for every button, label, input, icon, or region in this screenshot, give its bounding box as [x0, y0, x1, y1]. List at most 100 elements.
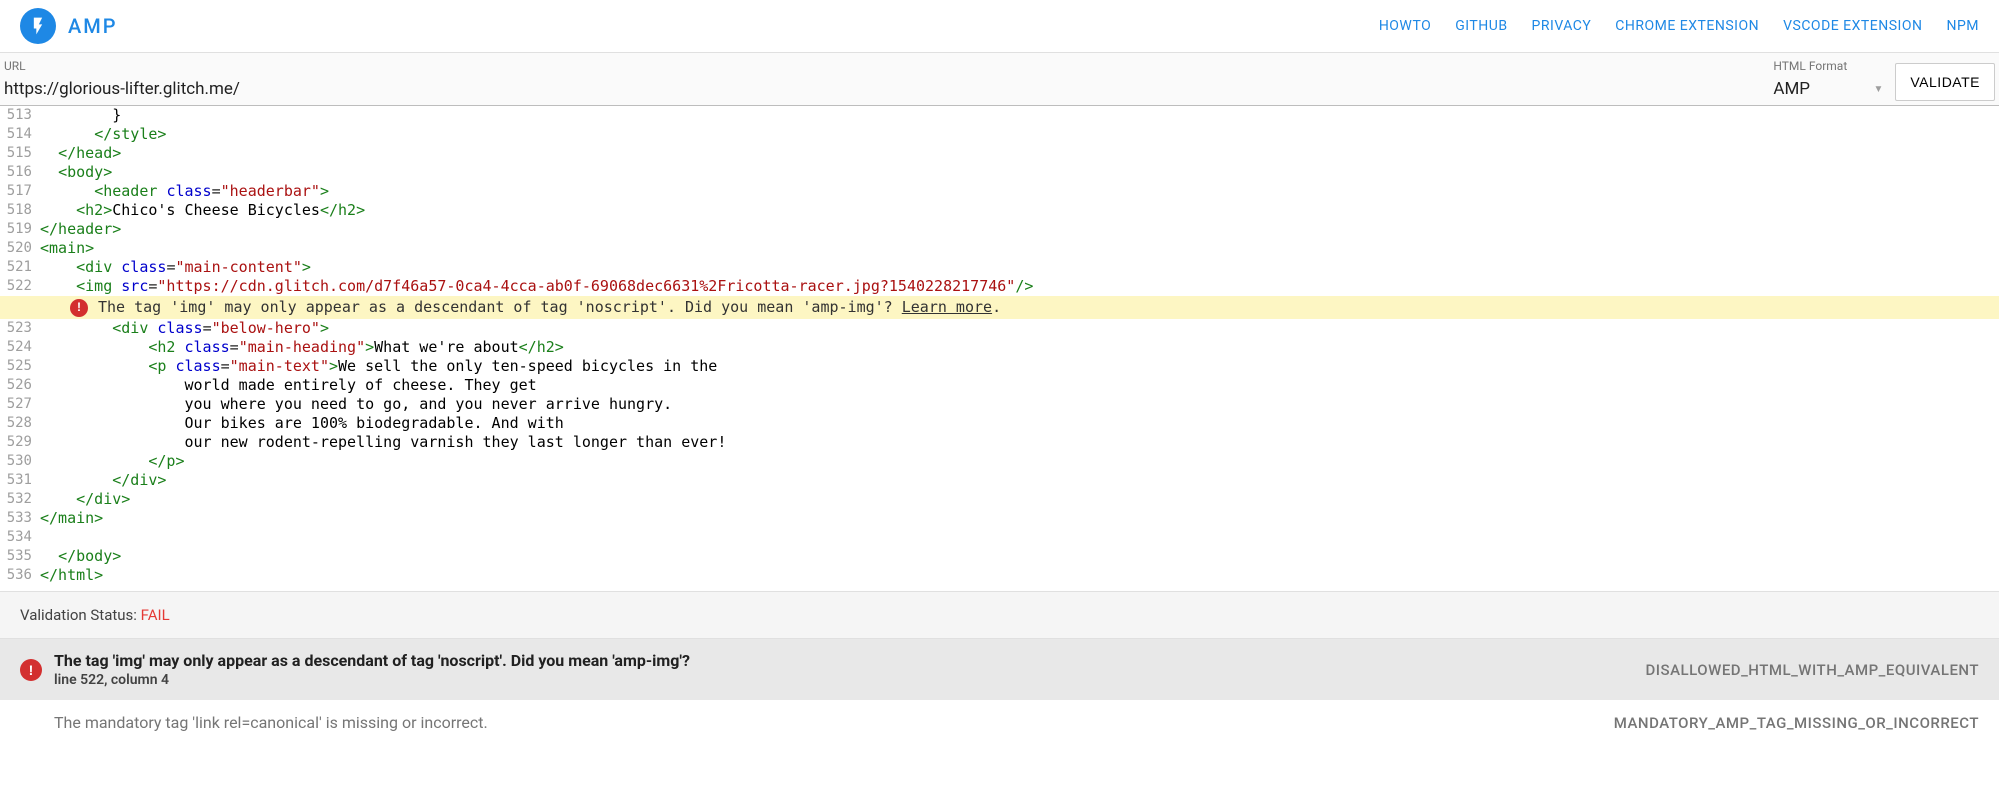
code-content: </main> — [40, 509, 1999, 528]
line-number: 514 — [0, 125, 40, 144]
code-line[interactable]: 517 <header class="headerbar"> — [0, 182, 1999, 201]
code-editor[interactable]: 513 }514 </style>515 </head>516 <body>51… — [0, 106, 1999, 585]
format-value: AMP — [1773, 79, 1810, 99]
line-number: 535 — [0, 547, 40, 566]
code-content: <p class="main-text">We sell the only te… — [40, 357, 1999, 376]
error-item[interactable]: ! The tag 'img' may only appear as a desc… — [0, 639, 1999, 701]
code-content: our new rodent-repelling varnish they la… — [40, 433, 1999, 452]
code-line[interactable]: 527 you where you need to go, and you ne… — [0, 395, 1999, 414]
validation-status-bar: Validation Status: FAIL — [0, 591, 1999, 639]
code-content: <header class="headerbar"> — [40, 182, 1999, 201]
top-nav: HOWTO GITHUB PRIVACY CHROME EXTENSION VSCODE… — [1379, 18, 1979, 34]
code-content: <div class="below-hero"> — [40, 319, 1999, 338]
inline-error-text: The tag 'img' may only appear as a desce… — [98, 298, 1001, 317]
code-content: <h2>Chico's Cheese Bicycles</h2> — [40, 201, 1999, 220]
learn-more-link[interactable]: Learn more — [902, 298, 992, 316]
error-code: MANDATORY_AMP_TAG_MISSING_OR_INCORRECT — [1614, 714, 1979, 732]
line-number: 517 — [0, 182, 40, 201]
code-content: </div> — [40, 471, 1999, 490]
code-content: world made entirely of cheese. They get — [40, 376, 1999, 395]
url-input[interactable] — [4, 75, 1761, 105]
code-content: </style> — [40, 125, 1999, 144]
line-number: 528 — [0, 414, 40, 433]
code-line[interactable]: 533</main> — [0, 509, 1999, 528]
nav-link[interactable]: CHROME EXTENSION — [1615, 18, 1759, 34]
code-line[interactable]: 526 world made entirely of cheese. They … — [0, 376, 1999, 395]
nav-link[interactable]: NPM — [1946, 18, 1979, 34]
line-number: 533 — [0, 509, 40, 528]
code-content: <body> — [40, 163, 1999, 182]
code-content: Our bikes are 100% biodegradable. And wi… — [40, 414, 1999, 433]
nav-link[interactable]: PRIVACY — [1532, 18, 1592, 34]
code-line[interactable]: 523 <div class="below-hero"> — [0, 319, 1999, 338]
error-item[interactable]: The mandatory tag 'link rel=canonical' i… — [0, 701, 1999, 734]
code-line[interactable]: 530 </p> — [0, 452, 1999, 471]
line-number: 526 — [0, 376, 40, 395]
line-number: 522 — [0, 277, 40, 296]
line-number: 523 — [0, 319, 40, 338]
code-line[interactable]: 531 </div> — [0, 471, 1999, 490]
controls-bar: URL HTML Format AMP ▼ VALIDATE — [0, 53, 1999, 106]
code-line[interactable]: 532 </div> — [0, 490, 1999, 509]
code-line[interactable]: 518 <h2>Chico's Cheese Bicycles</h2> — [0, 201, 1999, 220]
code-line[interactable]: 521 <div class="main-content"> — [0, 258, 1999, 277]
line-number: 519 — [0, 220, 40, 239]
status-label: Validation Status: — [20, 606, 141, 624]
code-content: you where you need to go, and you never … — [40, 395, 1999, 414]
code-content: </html> — [40, 566, 1999, 585]
line-number: 527 — [0, 395, 40, 414]
line-number: 531 — [0, 471, 40, 490]
code-line[interactable]: 536</html> — [0, 566, 1999, 585]
code-line[interactable]: 524 <h2 class="main-heading">What we're … — [0, 338, 1999, 357]
error-code: DISALLOWED_HTML_WITH_AMP_EQUIVALENT — [1645, 661, 1979, 679]
app-header: AMP HOWTO GITHUB PRIVACY CHROME EXTENSION VS… — [0, 0, 1999, 53]
error-icon: ! — [70, 299, 88, 317]
code-line[interactable]: 534 — [0, 528, 1999, 547]
validate-button[interactable]: VALIDATE — [1895, 63, 1995, 101]
line-number: 524 — [0, 338, 40, 357]
amp-logo-icon — [20, 8, 56, 44]
line-number: 515 — [0, 144, 40, 163]
nav-link[interactable]: VSCODE EXTENSION — [1783, 18, 1922, 34]
error-title: The tag 'img' may only appear as a desce… — [54, 651, 1633, 670]
code-line[interactable]: 513 } — [0, 106, 1999, 125]
code-content: </body> — [40, 547, 1999, 566]
line-number: 536 — [0, 566, 40, 585]
chevron-down-icon: ▼ — [1873, 84, 1883, 95]
url-label: URL — [4, 59, 1761, 73]
code-line[interactable]: 520<main> — [0, 239, 1999, 258]
nav-link[interactable]: GITHUB — [1455, 18, 1507, 34]
line-number: 520 — [0, 239, 40, 258]
code-line[interactable]: 522 <img src="https://cdn.glitch.com/d7f… — [0, 277, 1999, 296]
status-value: FAIL — [141, 606, 170, 624]
nav-link[interactable]: HOWTO — [1379, 18, 1431, 34]
error-location: line 522, column 4 — [54, 672, 1633, 688]
line-number: 518 — [0, 201, 40, 220]
code-line[interactable]: 514 </style> — [0, 125, 1999, 144]
code-line[interactable]: 535 </body> — [0, 547, 1999, 566]
brand-text: AMP — [68, 14, 118, 38]
code-line[interactable]: 529 our new rodent-repelling varnish the… — [0, 433, 1999, 452]
line-number: 532 — [0, 490, 40, 509]
error-title: The mandatory tag 'link rel=canonical' i… — [54, 713, 1602, 732]
brand[interactable]: AMP — [20, 8, 118, 44]
inline-error[interactable]: ! The tag 'img' may only appear as a desc… — [0, 296, 1999, 319]
error-icon: ! — [20, 659, 42, 681]
code-line[interactable]: 516 <body> — [0, 163, 1999, 182]
code-content — [40, 528, 1999, 547]
code-line[interactable]: 528 Our bikes are 100% biodegradable. An… — [0, 414, 1999, 433]
line-number: 534 — [0, 528, 40, 547]
url-field: URL — [4, 59, 1761, 105]
format-field: HTML Format AMP ▼ — [1773, 59, 1883, 105]
code-content: } — [40, 106, 1999, 125]
code-line[interactable]: 515 </head> — [0, 144, 1999, 163]
line-number: 513 — [0, 106, 40, 125]
format-select[interactable]: AMP ▼ — [1773, 75, 1883, 105]
code-content: <h2 class="main-heading">What we're abou… — [40, 338, 1999, 357]
format-label: HTML Format — [1773, 59, 1883, 73]
code-line[interactable]: 519</header> — [0, 220, 1999, 239]
code-content: <img src="https://cdn.glitch.com/d7f46a5… — [40, 277, 1999, 296]
code-line[interactable]: 525 <p class="main-text">We sell the onl… — [0, 357, 1999, 376]
line-number: 521 — [0, 258, 40, 277]
code-content: <main> — [40, 239, 1999, 258]
